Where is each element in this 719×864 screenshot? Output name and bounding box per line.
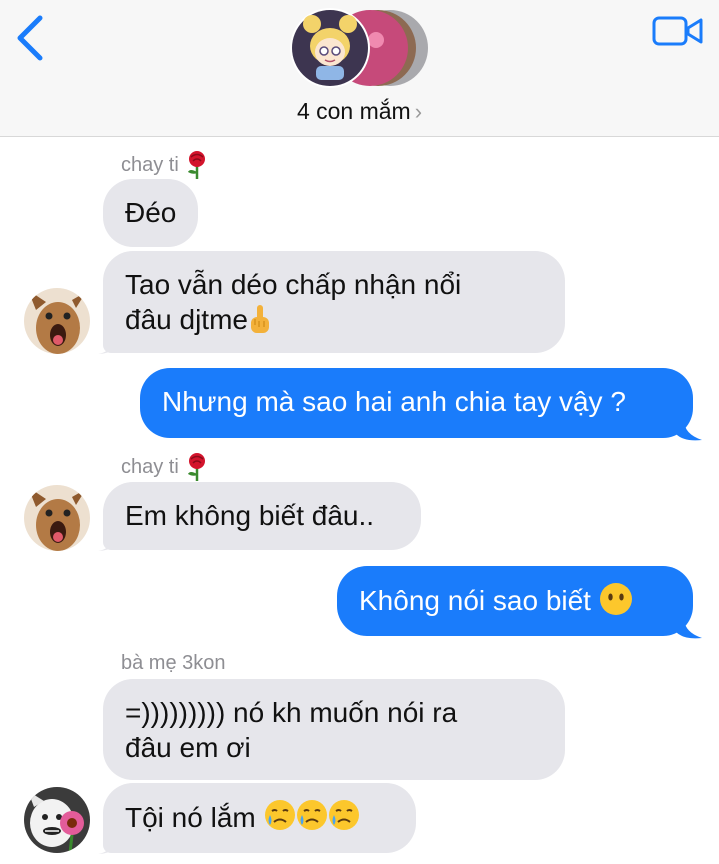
message-bubble-incoming[interactable]: Em không biết đâu.. bbox=[103, 482, 421, 550]
sender-name: chay ti bbox=[121, 150, 209, 180]
bubble-tail bbox=[98, 334, 116, 354]
message-bubble-outgoing[interactable]: Nhưng mà sao hai anh chia tay vậy ? bbox=[140, 368, 693, 438]
conversation-header: 4 con mắm › bbox=[0, 0, 719, 137]
group-name-label: 4 con mắm bbox=[296, 98, 411, 124]
chevron-right-icon: › bbox=[414, 99, 423, 124]
rose-icon bbox=[187, 151, 205, 179]
sender-name: bà mẹ 3kon bbox=[121, 652, 226, 674]
avatar[interactable] bbox=[24, 485, 90, 551]
bubble-tail bbox=[676, 618, 702, 639]
sender-name: chay ti bbox=[121, 452, 209, 482]
message-bubble-incoming[interactable]: Tao vẫn déo chấp nhận nổi đâu djtme bbox=[103, 251, 565, 353]
chevron-left-icon bbox=[17, 15, 43, 61]
bubble-tail bbox=[98, 531, 116, 551]
dog-avatar-image bbox=[24, 485, 90, 551]
message-bubble-incoming[interactable]: Đéo bbox=[103, 179, 198, 247]
face-without-mouth-icon bbox=[599, 583, 632, 615]
message-bubble-incoming[interactable]: =))))))))) nó kh muốn nói ra đâu em ơi bbox=[103, 679, 565, 780]
dog-with-flower-avatar-image bbox=[24, 787, 90, 853]
bubble-tail bbox=[98, 834, 116, 854]
group-avatar-stack[interactable] bbox=[288, 8, 438, 92]
crying-face-icon bbox=[296, 800, 327, 830]
video-call-button[interactable] bbox=[652, 14, 704, 50]
group-name[interactable]: 4 con mắm › bbox=[0, 98, 719, 125]
crying-face-icon bbox=[328, 800, 359, 830]
message-bubble-incoming[interactable]: Tội nó lắm bbox=[103, 783, 416, 853]
message-bubble-outgoing[interactable]: Không nói sao biết bbox=[337, 566, 693, 636]
video-camera-icon bbox=[652, 16, 703, 46]
back-button[interactable] bbox=[14, 14, 48, 64]
crying-face-icon bbox=[264, 800, 295, 830]
avatar[interactable] bbox=[24, 288, 90, 354]
rose-icon bbox=[187, 453, 205, 481]
avatar[interactable] bbox=[24, 787, 90, 853]
bubble-tail bbox=[676, 420, 702, 441]
dog-avatar-image bbox=[24, 288, 90, 354]
middle-finger-icon bbox=[250, 305, 269, 333]
member-avatar bbox=[290, 8, 370, 88]
